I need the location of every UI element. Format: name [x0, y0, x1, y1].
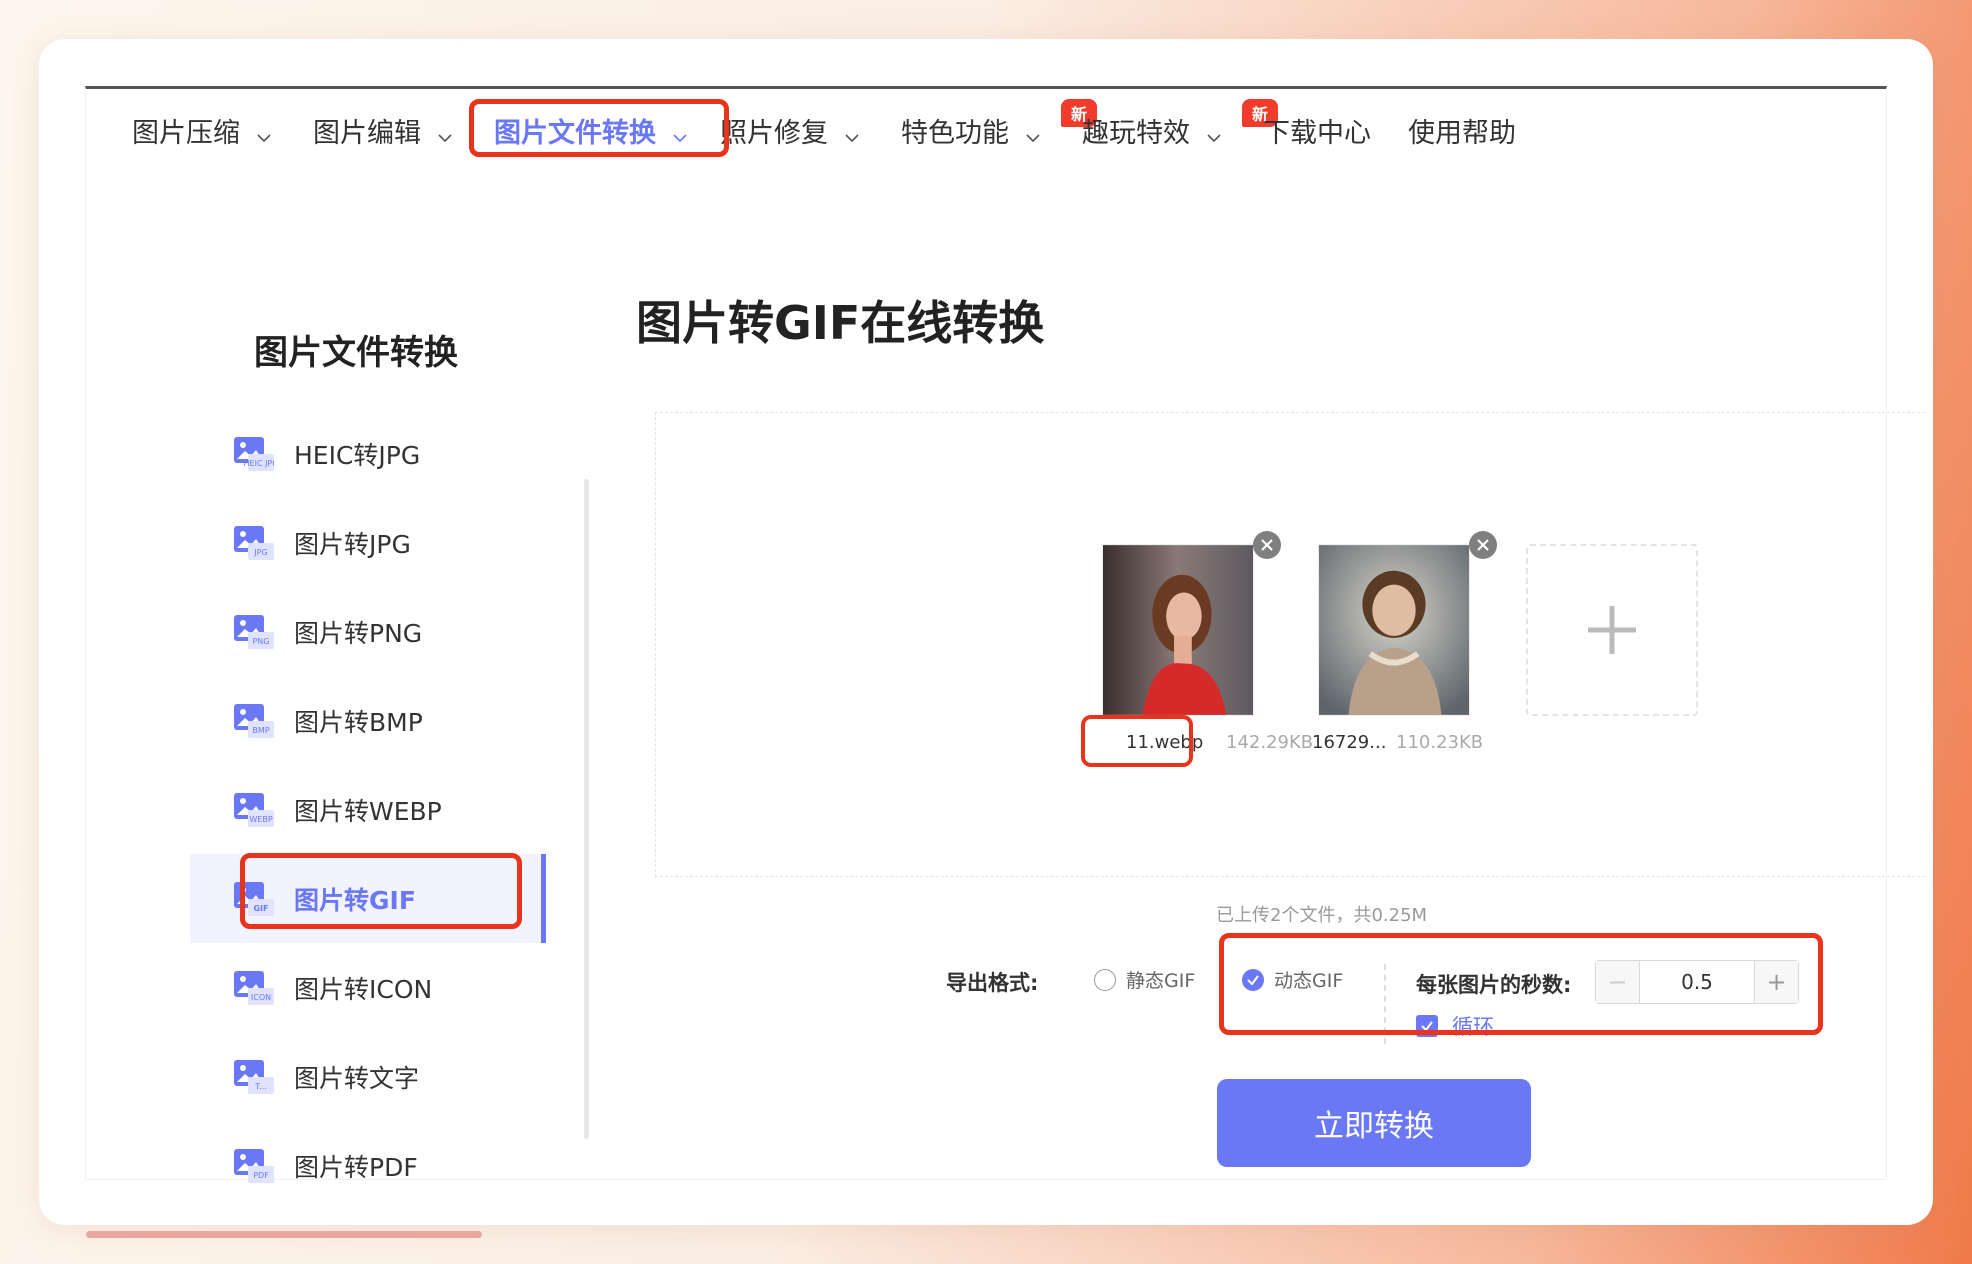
- sidebar-item[interactable]: ICON 图片转ICON: [190, 943, 546, 1032]
- sidebar-list: HEIC JPG HEIC转JPG JPG 图片转JPG PNG 图片转PNG BMP 图片转…: [190, 409, 546, 1210]
- nav-label: 图片编辑: [313, 117, 421, 149]
- sidebar-item[interactable]: WEBP 图片转WEBP: [190, 765, 546, 854]
- svg-text:ICON: ICON: [251, 993, 271, 1002]
- bmp-image-icon: BMP: [234, 704, 274, 738]
- svg-text:T...: T...: [254, 1082, 267, 1091]
- sidebar-item-label: 图片转PNG: [294, 618, 423, 648]
- radio-static-gif[interactable]: 静态GIF: [1094, 966, 1195, 993]
- app-card: 图片压缩 图片编辑 图片文件转换 照片修复 特色功能 新 趣玩特效 新 下载中心…: [39, 39, 1933, 1225]
- icon-image-icon: ICON: [234, 971, 274, 1005]
- jpg-image-icon: JPG: [234, 526, 274, 560]
- page-frame: 图片压缩 图片编辑 图片文件转换 照片修复 特色功能 新 趣玩特效 新 下载中心…: [85, 86, 1925, 1183]
- sidebar-item[interactable]: PNG 图片转PNG: [190, 587, 546, 676]
- remove-file-button[interactable]: [1469, 531, 1497, 559]
- sidebar-item-label: 图片转WEBP: [294, 796, 442, 826]
- text-image-icon: T...: [234, 1060, 274, 1094]
- svg-text:PNG: PNG: [252, 637, 269, 646]
- sidebar-item-label: 图片转文字: [294, 1063, 420, 1093]
- nav-item-image-edit[interactable]: 图片编辑: [313, 105, 453, 155]
- chevron-down-icon: [1206, 122, 1222, 143]
- nav-item-help[interactable]: 使用帮助: [1408, 105, 1516, 155]
- nav-label: 趣玩特效: [1082, 117, 1190, 149]
- sidebar-item-label: 图片转ICON: [294, 974, 433, 1004]
- remove-file-button[interactable]: [1253, 531, 1281, 559]
- sidebar-item[interactable]: JPG 图片转JPG: [190, 498, 546, 587]
- chevron-down-icon: [1025, 122, 1041, 143]
- chevron-down-icon: [844, 122, 860, 143]
- sidebar-item[interactable]: HEIC JPG HEIC转JPG: [190, 409, 546, 498]
- sidebar-item-label: 图片转JPG: [294, 529, 411, 559]
- sidebar-item[interactable]: T... 图片转文字: [190, 1032, 546, 1121]
- file-size: 110.23KB: [1396, 732, 1484, 753]
- page-title: 图片转GIF在线转换: [636, 296, 1045, 350]
- sidebar-item[interactable]: PDF 图片转PDF: [190, 1121, 546, 1210]
- sidebar-title: 图片文件转换: [254, 333, 458, 373]
- sidebar-item-label: 图片转PDF: [294, 1152, 418, 1182]
- chevron-down-icon: [256, 122, 272, 143]
- radio-label: 静态GIF: [1126, 970, 1196, 992]
- chevron-down-icon: [437, 122, 453, 143]
- highlight-box-sidebar: [240, 853, 522, 929]
- nav-item-photo-repair[interactable]: 照片修复: [720, 105, 860, 155]
- webp-image-icon: WEBP: [234, 793, 274, 827]
- highlight-box-options: [1219, 933, 1823, 1035]
- file-size: 142.29KB: [1226, 732, 1314, 753]
- nav-item-fun-effects[interactable]: 趣玩特效 新: [1082, 99, 1279, 155]
- sidebar-item-label: HEIC转JPG: [294, 440, 421, 470]
- add-file-button[interactable]: [1526, 544, 1698, 716]
- svg-text:WEBP: WEBP: [249, 815, 272, 824]
- nav-label: 照片修复: [720, 117, 828, 149]
- file-thumbnail[interactable]: [1318, 544, 1470, 716]
- nav-item-featured[interactable]: 特色功能 新: [901, 99, 1098, 155]
- png-image-icon: PNG: [234, 615, 274, 649]
- nav-label: 图片压缩: [132, 117, 240, 149]
- file-thumbnail[interactable]: [1102, 544, 1254, 716]
- svg-text:BMP: BMP: [252, 726, 269, 735]
- nav-label: 特色功能: [901, 117, 1009, 149]
- portrait-photo-icon: [1103, 545, 1253, 715]
- top-nav: 图片压缩 图片编辑 图片文件转换 照片修复 特色功能 新 趣玩特效 新 下载中心…: [86, 89, 1886, 179]
- sidebar-item[interactable]: BMP 图片转BMP: [190, 676, 546, 765]
- svg-text:JPG: JPG: [253, 548, 267, 557]
- nav-item-download-center[interactable]: 下载中心: [1263, 105, 1371, 155]
- nav-label: 下载中心: [1263, 117, 1371, 149]
- nav-label: 使用帮助: [1408, 117, 1516, 149]
- upload-summary: 已上传2个文件，共0.25M: [1216, 905, 1428, 926]
- upload-area[interactable]: [655, 412, 1925, 877]
- convert-now-button[interactable]: 立即转换: [1217, 1079, 1531, 1167]
- portrait-photo-icon: [1319, 545, 1469, 715]
- export-format-label: 导出格式:: [946, 971, 1039, 995]
- plus-icon: [1588, 606, 1636, 654]
- close-icon: [1477, 539, 1489, 551]
- nav-item-image-compress[interactable]: 图片压缩: [132, 105, 272, 155]
- sidebar-scrollbar[interactable]: [584, 479, 589, 1139]
- radio-icon: [1094, 968, 1116, 991]
- svg-text:PDF: PDF: [253, 1171, 269, 1180]
- file-name: 16729...: [1312, 732, 1387, 753]
- sidebar-item-label: 图片转BMP: [294, 707, 423, 737]
- svg-text:HEIC JPG: HEIC JPG: [244, 459, 274, 468]
- highlight-box-nav: [469, 99, 729, 157]
- highlight-box-filename: [1081, 715, 1193, 767]
- heic-jpg-icon: HEIC JPG: [234, 437, 278, 471]
- page-scroll-indicator[interactable]: [86, 1231, 482, 1238]
- close-icon: [1261, 539, 1273, 551]
- pdf-image-icon: PDF: [234, 1149, 274, 1183]
